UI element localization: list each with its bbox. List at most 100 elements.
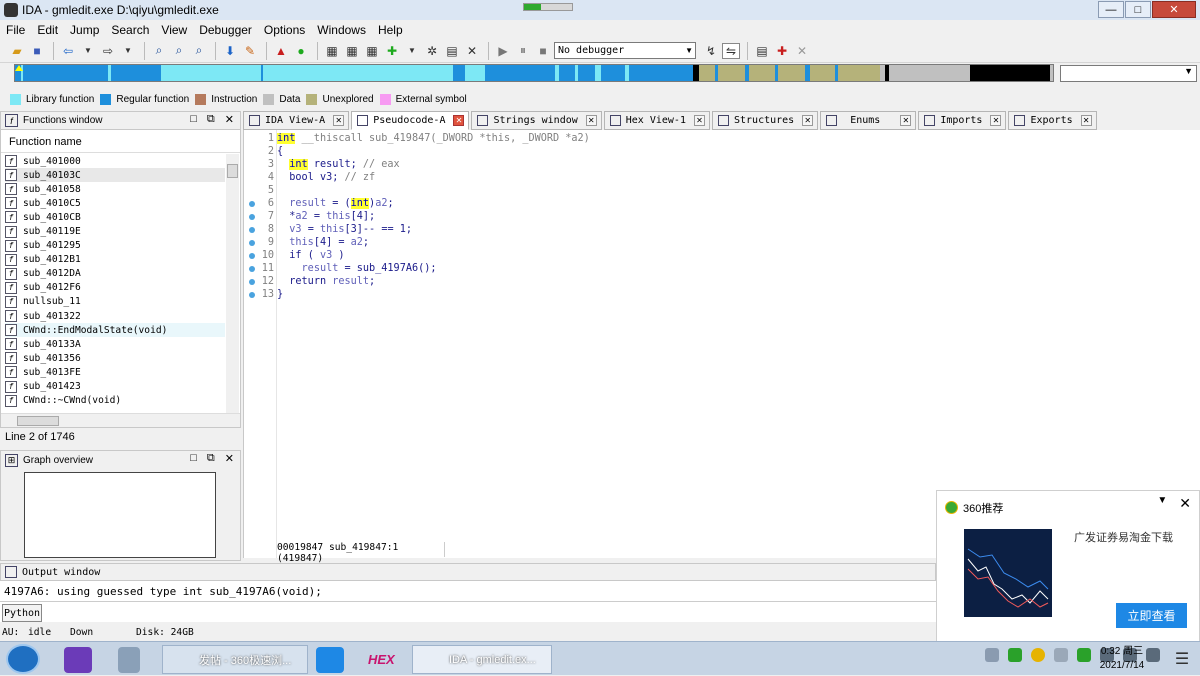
menu-file[interactable]: File	[6, 23, 25, 37]
breakpoint-add-icon[interactable]: ✚	[773, 43, 791, 59]
function-list-item[interactable]: f CWnd::EndModalState(void)	[5, 323, 225, 338]
tab-close-icon[interactable]: ✕	[333, 115, 345, 126]
chevron-down-icon[interactable]: ▼	[1157, 495, 1167, 512]
tab-close-icon[interactable]: ✕	[900, 115, 912, 126]
menu-windows[interactable]: Windows	[317, 23, 366, 37]
step-into-icon[interactable]: ↯	[702, 43, 720, 59]
breakpoint-list-icon[interactable]: ▤	[753, 43, 771, 59]
make-string-icon[interactable]: ▦	[363, 43, 381, 59]
function-list-item[interactable]: f sub_4012F6	[5, 281, 225, 295]
breakpoint-dot-icon[interactable]	[249, 292, 255, 298]
debug-pause-icon[interactable]: ⏸	[514, 43, 532, 59]
menu-debugger[interactable]: Debugger	[199, 23, 252, 37]
360-tray-icon[interactable]	[1031, 648, 1045, 662]
add-breakpoint-icon[interactable]: ✚	[383, 43, 401, 59]
tab-imports[interactable]: Imports ✕	[918, 111, 1007, 130]
taskbar-app[interactable]	[316, 645, 344, 674]
code-line[interactable]: 12 return result;	[244, 276, 844, 289]
debugger-select[interactable]: No debugger ▼	[554, 42, 696, 59]
debug-start-icon[interactable]: ▶	[494, 43, 512, 59]
green-circle-icon[interactable]: ●	[292, 43, 310, 59]
menu-help[interactable]: Help	[378, 23, 403, 37]
function-list-item[interactable]: f sub_4010CB	[5, 210, 225, 224]
panel-close-icon[interactable]: ✕	[225, 452, 234, 465]
back-dropdown-icon[interactable]: ▼	[79, 43, 97, 59]
make-code-icon[interactable]: ▦	[323, 43, 341, 59]
function-list-item[interactable]: f sub_401000	[5, 154, 225, 168]
graph-warning-icon[interactable]: ▲	[272, 43, 290, 59]
function-list-item[interactable]: f CWnd::~CWnd(void)	[5, 394, 225, 408]
tab-structures[interactable]: Structures ✕	[711, 111, 819, 130]
function-list-item[interactable]: f sub_401423	[5, 380, 225, 394]
maximize-button[interactable]: □	[1125, 1, 1151, 18]
code-line[interactable]: 10 if ( v3 )	[244, 250, 844, 263]
function-list-item[interactable]: f sub_401295	[5, 239, 225, 253]
save-icon[interactable]: ■	[28, 43, 46, 59]
panel-restore-icon[interactable]: □	[190, 113, 197, 126]
tab-close-icon[interactable]: ✕	[990, 115, 1002, 126]
delete-icon[interactable]: ✕	[463, 43, 481, 59]
tab-close-icon[interactable]: ✕	[802, 115, 814, 126]
scroll-thumb[interactable]	[227, 164, 238, 178]
code-line[interactable]: 9 this[4] = a2;	[244, 237, 844, 250]
functions-horizontal-scrollbar[interactable]	[1, 413, 240, 427]
scroll-thumb[interactable]	[17, 416, 59, 426]
function-list-item[interactable]: f sub_401058	[5, 182, 225, 196]
shield-icon[interactable]	[1008, 648, 1022, 662]
tab-hex-view-1[interactable]: Hex View-1 ✕	[603, 111, 710, 130]
navigation-band[interactable]	[14, 64, 1054, 82]
open-folder-icon[interactable]: ▰	[8, 43, 26, 59]
function-list-item[interactable]: f sub_40103C	[5, 168, 225, 183]
panel-close-icon[interactable]: ✕	[225, 113, 234, 126]
breakpoint-dot-icon[interactable]	[249, 240, 255, 246]
find-binary-icon[interactable]: ⌕	[170, 43, 188, 59]
close-icon[interactable]: ✕	[1179, 495, 1191, 512]
code-line[interactable]: 3 int result; // eax	[244, 159, 844, 172]
tab-exports[interactable]: Exports ✕	[1008, 111, 1097, 130]
breakpoint-dot-icon[interactable]	[249, 214, 255, 220]
breakpoint-dot-icon[interactable]	[249, 266, 255, 272]
function-list-item[interactable]: f sub_40133A	[5, 337, 225, 351]
find-text-icon[interactable]: ⌕	[150, 43, 168, 59]
taskbar-browser-task[interactable]: 发帖 - 360极速浏...	[162, 645, 308, 674]
function-list-item[interactable]: f sub_4010C5	[5, 196, 225, 210]
menu-jump[interactable]: Jump	[70, 23, 99, 37]
code-line[interactable]: 4 bool v3; // zf	[244, 172, 844, 185]
forward-arrow-icon[interactable]: ⇨	[99, 43, 117, 59]
minimize-button[interactable]: —	[1098, 1, 1124, 18]
tab-enums[interactable]: Enums ✕	[820, 111, 917, 130]
system-clock[interactable]: 0:32 周三 2021/7/14	[1088, 645, 1156, 673]
menu-view[interactable]: View	[161, 23, 187, 37]
start-button[interactable]	[6, 644, 40, 674]
code-line[interactable]: 13}	[244, 289, 844, 302]
function-list-item[interactable]: f sub_4013FE	[5, 365, 225, 379]
patch-icon[interactable]: ✲	[423, 43, 441, 59]
debug-stop-icon[interactable]: ■	[534, 43, 552, 59]
tab-strings-window[interactable]: Strings window ✕	[471, 111, 602, 130]
breakpoint-dot-icon[interactable]	[249, 201, 255, 207]
tab-close-icon[interactable]: ✕	[1080, 115, 1092, 126]
close-button[interactable]: ✕	[1152, 1, 1196, 18]
breakpoint-dropdown-icon[interactable]: ▼	[403, 43, 421, 59]
find-immediate-icon[interactable]: ⌕	[190, 43, 208, 59]
run-script-icon[interactable]: ✎	[241, 43, 259, 59]
switch-debugger-icon[interactable]: ⇋	[722, 42, 740, 59]
function-name-column-header[interactable]: Function name	[1, 131, 240, 153]
jump-down-icon[interactable]: ⬇	[221, 43, 239, 59]
panel-float-icon[interactable]: ⧉	[207, 113, 215, 126]
taskbar-ida-task[interactable]: IDA - gmledit.ex...	[412, 645, 552, 674]
breakpoint-dot-icon[interactable]	[249, 253, 255, 259]
keyboard-icon[interactable]	[985, 648, 999, 662]
code-line[interactable]: 5	[244, 185, 844, 198]
tab-close-icon[interactable]: ✕	[693, 115, 705, 126]
stock-chart-image[interactable]	[964, 529, 1052, 617]
function-list-item[interactable]: f sub_401356	[5, 351, 225, 365]
notification-center-icon[interactable]: ☰	[1164, 642, 1200, 676]
make-data-icon[interactable]: ▦	[343, 43, 361, 59]
code-line[interactable]: 6 result = (int)a2;	[244, 198, 844, 211]
code-line[interactable]: 2{	[244, 146, 844, 159]
tab-close-icon[interactable]: ✕	[585, 115, 597, 126]
function-list-item[interactable]: f nullsub_11	[5, 295, 225, 309]
navigation-combo[interactable]: ▼	[1060, 65, 1197, 82]
panel-restore-icon[interactable]: □	[190, 452, 197, 465]
